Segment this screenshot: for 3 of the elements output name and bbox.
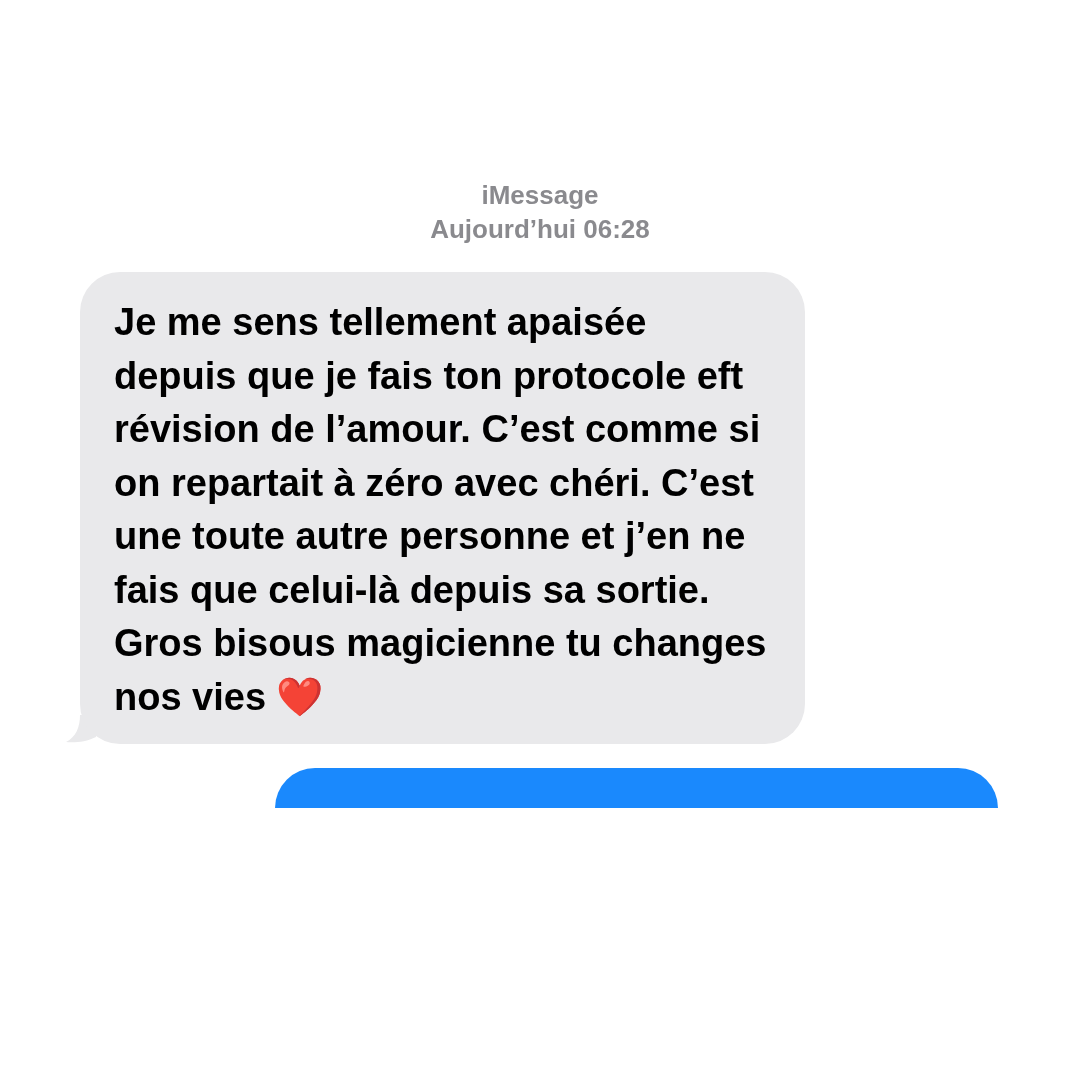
service-label: iMessage bbox=[481, 179, 599, 212]
message-timestamp: Aujourd’hui 06:28 bbox=[430, 213, 650, 246]
message-text: Je me sens tellement apaisée depuis que je fais ton protocole eft révision de l’amour. C’est comme si on repartait à zéro avec chéri. C’est une toute autre personne et j’en ne fais que celui-là depuis sa sortie. Gros bisous magicienne tu changes nos vies ❤ bbox=[114, 301, 767, 718]
